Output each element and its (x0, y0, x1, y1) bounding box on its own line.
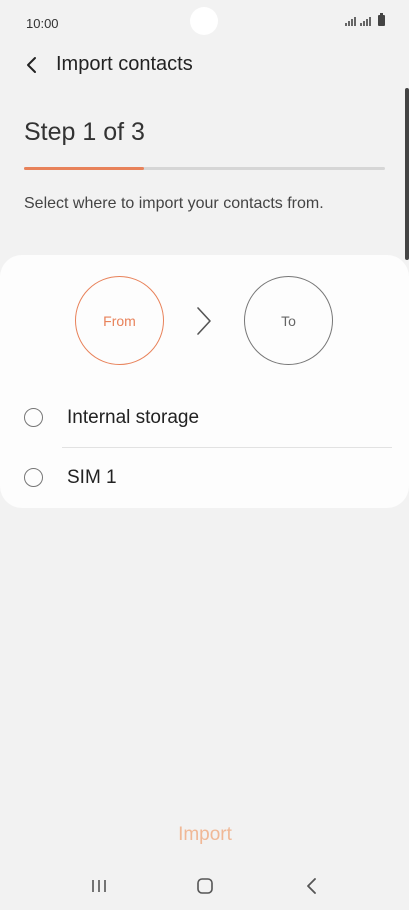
signal-icon (345, 17, 356, 26)
option-label: SIM 1 (67, 467, 117, 488)
recents-button[interactable] (84, 872, 114, 900)
home-button[interactable] (190, 872, 220, 900)
option-internal-storage[interactable]: Internal storage (0, 390, 409, 446)
home-icon (197, 878, 213, 894)
instruction-text: Select where to import your contacts fro… (24, 195, 324, 212)
nav-back-button[interactable] (297, 872, 327, 900)
to-step-circle: To (244, 276, 333, 365)
option-sim-1[interactable]: SIM 1 (0, 450, 409, 506)
battery-icon (378, 13, 385, 26)
recents-icon (92, 880, 106, 892)
divider (62, 447, 392, 448)
navigation-bar (0, 862, 409, 910)
progress-fill (24, 167, 145, 170)
status-icons (345, 13, 385, 26)
from-step-circle: From (75, 276, 164, 365)
chevron-right-icon (197, 307, 211, 335)
back-icon (307, 878, 316, 894)
option-label: Internal storage (67, 407, 200, 428)
page-title: Import contacts (56, 53, 193, 75)
status-time: 10:00 (26, 16, 59, 31)
source-card: From To Internal storage SIM 1 (0, 255, 409, 508)
from-label: From (103, 312, 136, 329)
progress-bar (24, 167, 385, 170)
app-bar: Import contacts (0, 48, 409, 82)
back-button[interactable] (18, 51, 48, 81)
radio-button[interactable] (24, 408, 43, 427)
step-label: Step 1 of 3 (24, 118, 145, 146)
chevron-left-icon (27, 57, 36, 73)
radio-button[interactable] (24, 468, 43, 487)
status-bar: 10:00 (0, 0, 409, 46)
scroll-indicator[interactable] (405, 88, 409, 260)
signal-icon (360, 17, 371, 26)
to-label: To (281, 312, 296, 329)
camera-cutout (190, 7, 218, 35)
import-button[interactable]: Import (140, 818, 270, 852)
